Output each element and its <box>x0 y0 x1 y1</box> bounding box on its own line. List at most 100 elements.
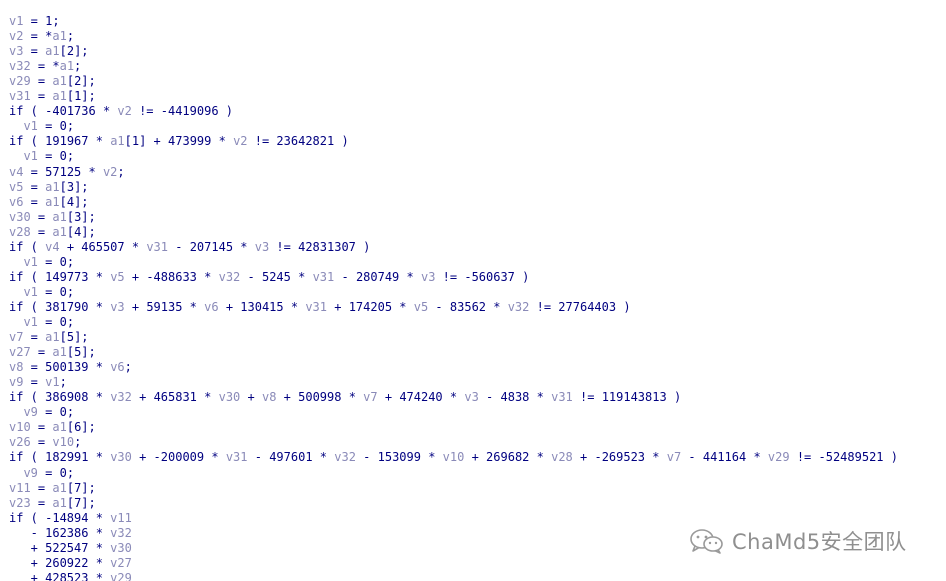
operator-token: + <box>276 390 299 405</box>
variable-token: v7 <box>363 390 378 405</box>
code-line[interactable]: if ( -401736 * v2 != -4419096 ) <box>9 104 233 119</box>
code-line[interactable]: if ( v4 + 465507 * v31 - 207145 * v3 != … <box>9 240 370 255</box>
variable-token: a1 <box>52 480 67 495</box>
variable-token: v26 <box>9 435 31 450</box>
code-line[interactable]: v9 = 0; <box>9 405 74 420</box>
operator-token: * <box>420 450 443 465</box>
keyword-token: if <box>9 239 24 254</box>
code-line[interactable]: if ( 386908 * v32 + 465831 * v30 + v8 + … <box>9 390 681 405</box>
operator-token: = <box>37 284 60 299</box>
variable-token: v2 <box>233 134 248 149</box>
number-token: 2 <box>66 44 75 59</box>
number-token: 560637 <box>471 269 515 284</box>
code-line[interactable]: v11 = a1[7]; <box>9 481 96 496</box>
variable-token: a1 <box>52 29 67 44</box>
operator-token: + <box>240 390 262 405</box>
operator-token: [ <box>124 134 132 149</box>
code-line[interactable]: v1 = 0; <box>9 149 74 164</box>
code-line[interactable]: v4 = 57125 * v2; <box>9 165 125 180</box>
number-token: 0 <box>59 284 67 299</box>
code-line[interactable]: v26 = v10; <box>9 435 81 450</box>
operator-token: = <box>23 44 46 59</box>
keyword-token: if <box>9 299 24 314</box>
variable-token: v11 <box>9 480 31 495</box>
number-token: 3 <box>66 179 75 194</box>
variable-token: v1 <box>23 119 38 134</box>
variable-token: a1 <box>52 89 67 104</box>
code-line[interactable]: v9 = 0; <box>9 466 74 481</box>
operator-token: = <box>23 360 46 375</box>
number-token: 280749 <box>355 269 400 284</box>
code-line[interactable]: + 522547 * v30 <box>9 541 132 556</box>
code-line[interactable]: + 260922 * v27 <box>9 556 132 571</box>
variable-token: v3 <box>420 269 436 284</box>
operator-token: = <box>23 330 46 345</box>
code-line[interactable]: v1 = 0; <box>9 315 74 330</box>
code-line[interactable]: v27 = a1[5]; <box>9 345 96 360</box>
operator-token: = <box>37 149 60 164</box>
code-line[interactable]: if ( 149773 * v5 + -488633 * v32 - 5245 … <box>9 270 529 285</box>
operator-token: * <box>211 134 234 149</box>
operator-token: = <box>37 254 60 269</box>
code-line[interactable]: - 162386 * v32 <box>9 526 132 541</box>
keyword-token: if <box>9 510 24 525</box>
code-line[interactable]: v29 = a1[2]; <box>9 74 96 89</box>
operator-token: * <box>88 570 111 581</box>
code-line[interactable]: + 428523 * v29 <box>9 571 132 581</box>
number-token: 182991 <box>45 450 89 465</box>
code-line[interactable]: v5 = a1[3]; <box>9 180 89 195</box>
code-line[interactable]: v1 = 0; <box>9 255 74 270</box>
operator-token: = <box>30 480 53 495</box>
code-line[interactable]: v1 = 0; <box>9 285 74 300</box>
operator-token: [ <box>66 224 75 239</box>
code-line[interactable]: v3 = a1[2]; <box>9 44 89 59</box>
variable-token: v1 <box>23 284 38 299</box>
operator-token: = * <box>23 29 53 44</box>
code-line[interactable]: if ( 191967 * a1[1] + 473999 * v2 != 236… <box>9 134 349 149</box>
code-line[interactable]: v1 = 0; <box>9 119 74 134</box>
number-token: 83562 <box>449 299 487 314</box>
code-line[interactable]: v31 = a1[1]; <box>9 89 96 104</box>
operator-token: + <box>9 540 46 555</box>
variable-token: v8 <box>9 360 24 375</box>
number-token: 0 <box>59 465 67 480</box>
number-token: 23642821 <box>276 134 335 149</box>
operator-token <box>9 466 23 480</box>
operator-token: = <box>30 209 53 224</box>
code-line[interactable]: v23 = a1[7]; <box>9 496 96 511</box>
code-line[interactable]: if ( -14894 * v11 <box>9 511 132 526</box>
operator-token: [ <box>66 89 75 104</box>
operator-token: [ <box>66 495 75 510</box>
code-line[interactable]: v6 = a1[4]; <box>9 195 89 210</box>
code-line[interactable]: v30 = a1[3]; <box>9 210 96 225</box>
operator-token: - <box>334 269 356 284</box>
number-token: 119143813 <box>601 390 667 405</box>
operator-token: ; <box>74 59 82 74</box>
code-line[interactable]: v9 = v1; <box>9 375 67 390</box>
pseudocode-view[interactable]: v1 = 1; v2 = *a1; v3 = a1[2]; v32 = *a1; v29… <box>0 0 946 581</box>
code-line[interactable]: v32 = *a1; <box>9 59 81 74</box>
code-line[interactable]: v7 = a1[5]; <box>9 330 89 345</box>
code-line[interactable]: if ( 381790 * v3 + 59135 * v6 + 130415 *… <box>9 300 631 315</box>
code-line[interactable]: v2 = *a1; <box>9 29 74 44</box>
code-line[interactable]: v1 = 1; <box>9 14 60 29</box>
operator-token: ) <box>334 134 349 149</box>
number-token: 428523 <box>45 570 89 581</box>
variable-token: v3 <box>9 44 24 59</box>
code-line[interactable]: v8 = 500139 * v6; <box>9 360 132 375</box>
operator-token: * <box>88 555 111 570</box>
keyword-token: if <box>9 450 24 465</box>
number-token: 269682 <box>486 450 530 465</box>
operator-token: - <box>9 525 46 540</box>
code-line[interactable]: v10 = a1[6]; <box>9 420 96 435</box>
number-token: 465831 <box>153 390 197 405</box>
operator-token: ; <box>59 375 67 390</box>
code-line[interactable]: if ( 182991 * v30 + -200009 * v31 - 4976… <box>9 450 898 465</box>
number-token: 488633 <box>153 269 197 284</box>
operator-token: ; <box>117 164 125 179</box>
number-token: 174205 <box>348 299 393 314</box>
number-token: 130415 <box>240 299 284 314</box>
operator-token: = <box>37 405 60 420</box>
variable-token: v23 <box>9 495 31 510</box>
code-line[interactable]: v28 = a1[4]; <box>9 225 96 240</box>
